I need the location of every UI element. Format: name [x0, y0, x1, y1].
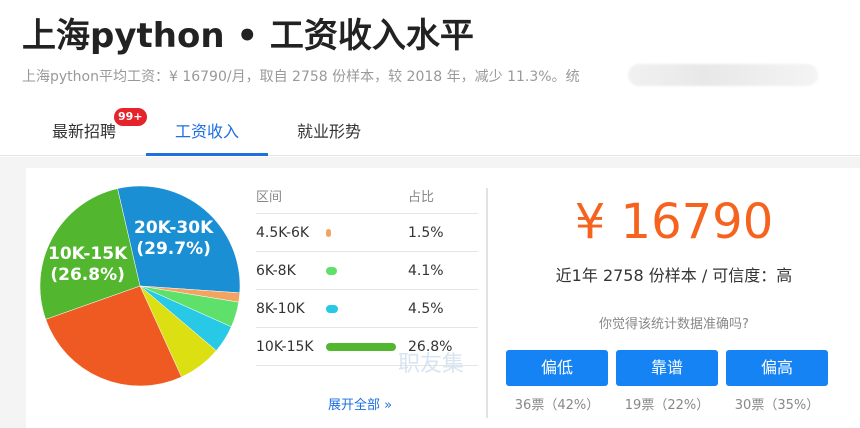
blurred-text	[628, 64, 818, 86]
tab-employment-trend[interactable]: 就业形势	[272, 108, 386, 156]
vote-high-button[interactable]: 偏高	[726, 350, 828, 386]
row-bar	[326, 343, 396, 351]
pie-label-percent: (29.7%)	[136, 239, 211, 259]
tab-bar: 最新招聘 99+ 工资收入 就业形势	[0, 108, 860, 156]
row-bar	[326, 267, 337, 275]
row-range: 4.5K-6K	[256, 225, 310, 241]
vote-low-count: 36票（42%）	[514, 398, 600, 413]
page-title: 上海python • 工资收入水平	[22, 16, 474, 56]
row-percent: 4.5%	[408, 301, 444, 317]
salary-range-table: 区间 占比 4.5K-6K 1.5% 6K-8K 4.1% 8K-10K 4.5% 10K-…	[256, 182, 478, 366]
row-percent: 4.1%	[408, 263, 444, 279]
vote-accurate-button[interactable]: 靠谱	[616, 350, 718, 386]
average-salary: ¥ 16790	[574, 194, 774, 250]
salary-pie-chart	[40, 186, 240, 386]
header-range: 区间	[256, 190, 283, 205]
accuracy-question: 你觉得该统计数据准确吗?	[599, 317, 749, 332]
sample-info: 近1年 2758 份样本 / 可信度：高	[555, 266, 793, 285]
row-bar	[326, 305, 338, 313]
header-percent: 占比	[408, 190, 435, 205]
table-row: 6K-8K 4.1%	[256, 252, 478, 290]
pie-label-10k-15k: 10K-15K (26.8%)	[48, 244, 127, 286]
table-row: 8K-10K 4.5%	[256, 290, 478, 328]
salary-card: 20K-30K (29.7%) 10K-15K (26.8%) 区间 占比 4.…	[26, 168, 860, 428]
pie-label-range: 20K-30K	[134, 218, 214, 238]
row-bar	[326, 229, 331, 237]
vote-accurate-count: 19票（22%）	[624, 398, 710, 413]
row-range: 6K-8K	[256, 263, 296, 279]
watermark: 职友集	[398, 352, 465, 377]
row-range: 8K-10K	[256, 301, 305, 317]
table-header: 区间 占比	[256, 182, 478, 214]
expand-all-link[interactable]: 展开全部 »	[328, 394, 392, 413]
table-row: 4.5K-6K 1.5%	[256, 214, 478, 252]
tab-label: 就业形势	[296, 122, 361, 141]
salary-summary-text: 上海python平均工资：¥ 16790/月，取自 2758 份样本，较 201…	[22, 69, 580, 85]
pie-label-percent: (26.8%)	[50, 265, 125, 285]
tab-salary-income[interactable]: 工资收入	[146, 108, 268, 156]
tab-label: 最新招聘	[51, 122, 116, 141]
pie-label-20k-30k: 20K-30K (29.7%)	[134, 218, 213, 260]
tab-label: 工资收入	[174, 122, 239, 141]
active-tab-indicator	[146, 153, 268, 156]
pie-label-range: 10K-15K	[48, 244, 128, 264]
notification-badge: 99+	[114, 108, 147, 126]
vote-high-count: 30票（35%）	[734, 398, 820, 413]
vote-low-button[interactable]: 偏低	[506, 350, 608, 386]
row-percent: 1.5%	[408, 225, 444, 241]
row-range: 10K-15K	[256, 339, 314, 355]
